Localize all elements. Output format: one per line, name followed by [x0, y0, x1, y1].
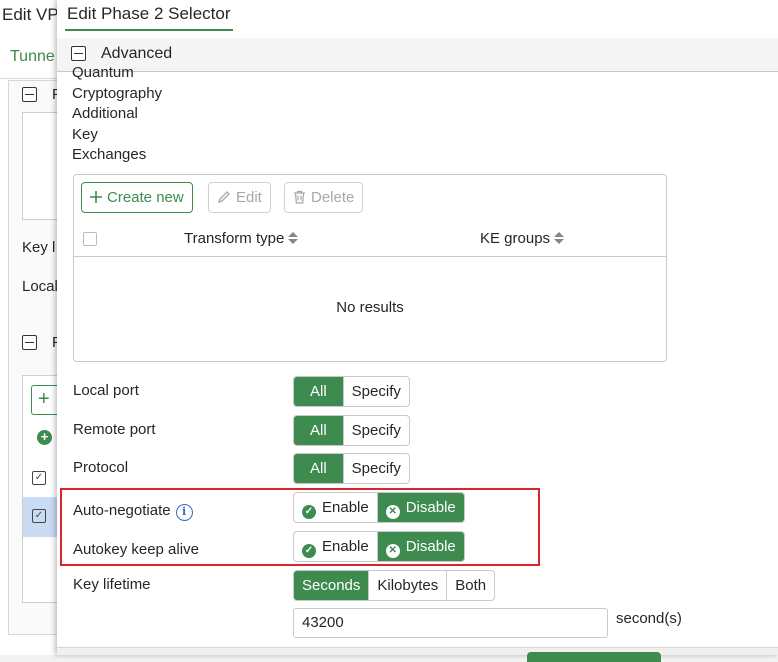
local-port-all-option[interactable]: All [294, 377, 343, 406]
key-lifetime-toggle: Seconds Kilobytes Both [293, 570, 496, 601]
column-header-ke-groups[interactable]: KE groups [480, 230, 565, 247]
collapse-icon[interactable] [22, 335, 37, 350]
info-icon[interactable]: i [175, 504, 193, 521]
collapse-icon[interactable] [22, 87, 37, 102]
checkbox-checked[interactable]: ✓ [32, 471, 46, 485]
key-lifetime-seconds-input[interactable]: 43200 [293, 608, 608, 638]
background-tab-divider [0, 78, 60, 79]
autokey-enable-option[interactable]: ✓ Enable [294, 532, 377, 561]
title-underline [65, 29, 233, 31]
plus-circle-icon: + [37, 430, 52, 445]
protocol-label: Protocol [73, 459, 129, 476]
plus-icon [90, 183, 102, 212]
background-tab-tunnel[interactable]: Tunne [10, 48, 55, 66]
auto-negotiate-enable-option[interactable]: ✓ Enable [294, 493, 377, 522]
protocol-toggle: All Specify [293, 453, 410, 484]
auto-negotiate-toggle: ✓ Enable ✕ Disable [293, 492, 465, 523]
background-label-local: Local [22, 278, 58, 295]
background-box [22, 112, 62, 220]
trash-icon [293, 183, 306, 212]
protocol-all-option[interactable]: All [294, 454, 343, 483]
sort-icon [554, 232, 565, 244]
remote-port-label: Remote port [73, 421, 156, 438]
pencil-icon [217, 183, 231, 212]
edit-phase2-selector-dialog: Edit Phase 2 Selector Advanced Quantum C… [57, 0, 778, 662]
key-lifetime-seconds-option[interactable]: Seconds [294, 571, 369, 600]
remote-port-specify-option[interactable]: Specify [342, 416, 409, 445]
remote-port-toggle: All Specify [293, 415, 410, 446]
local-port-toggle: All Specify [293, 376, 410, 407]
ok-button[interactable] [527, 652, 661, 662]
dialog-title: Edit Phase 2 Selector [67, 4, 231, 23]
edit-button[interactable]: Edit [208, 182, 271, 213]
autokey-disable-option[interactable]: ✕ Disable [376, 532, 464, 561]
quantum-cryptography-label: Quantum Cryptography Additional Key Exch… [72, 64, 163, 163]
lifetime-unit-label: second(s) [616, 610, 682, 627]
auto-negotiate-label: Auto-negotiate i [73, 502, 193, 521]
autokey-keep-alive-label: Autokey keep alive [73, 541, 199, 558]
create-new-button[interactable]: Create new [81, 182, 193, 213]
table-header: Transform type KE groups [74, 221, 666, 257]
sort-icon [288, 232, 299, 244]
check-circle-icon: ✓ [302, 544, 316, 558]
key-lifetime-kilobytes-option[interactable]: Kilobytes [368, 571, 446, 600]
ke-groups-table: Create new Edit Delete Transform type KE… [73, 174, 667, 362]
background-dialog-title: Edit VP [2, 5, 59, 24]
local-port-specify-option[interactable]: Specify [342, 377, 409, 406]
collapse-icon[interactable] [71, 46, 86, 61]
select-all-checkbox[interactable] [83, 232, 97, 246]
checkbox-checked[interactable]: ✓ [32, 509, 46, 523]
column-header-transform-type[interactable]: Transform type [184, 230, 299, 247]
remote-port-all-option[interactable]: All [294, 416, 343, 445]
auto-negotiate-disable-option[interactable]: ✕ Disable [376, 493, 464, 522]
key-lifetime-both-option[interactable]: Both [446, 571, 494, 600]
protocol-specify-option[interactable]: Specify [342, 454, 409, 483]
section-title: Advanced [101, 45, 173, 62]
advanced-section-header[interactable]: Advanced [57, 38, 778, 72]
x-circle-icon: ✕ [385, 505, 400, 519]
x-circle-icon: ✕ [385, 544, 400, 558]
empty-table-message: No results [336, 299, 404, 316]
local-port-label: Local port [73, 382, 139, 399]
check-circle-icon: ✓ [302, 505, 316, 519]
background-label-key: Key l [22, 239, 56, 256]
dialog-footer [57, 647, 778, 655]
autokey-keep-alive-toggle: ✓ Enable ✕ Disable [293, 531, 465, 562]
key-lifetime-label: Key lifetime [73, 576, 151, 593]
delete-button[interactable]: Delete [284, 182, 364, 213]
